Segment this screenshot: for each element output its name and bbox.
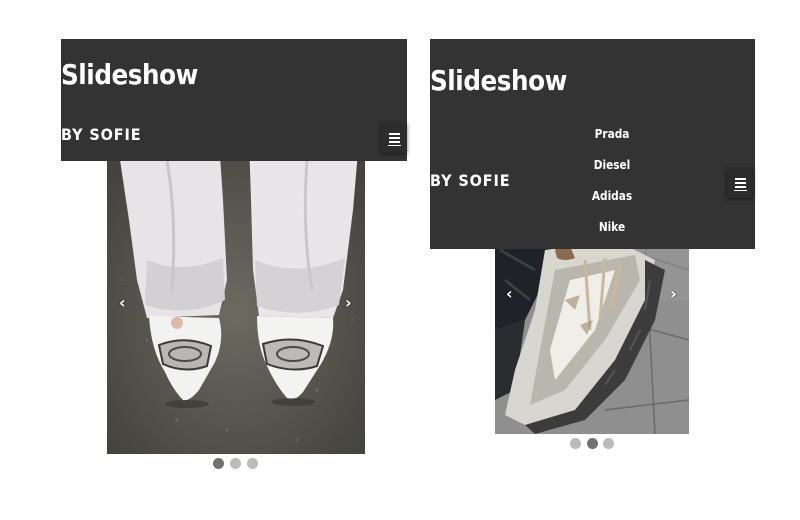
slide-dot-2[interactable] [587, 438, 598, 449]
slide-dot-1[interactable] [213, 458, 224, 469]
nav-item-prada[interactable]: Prada [595, 128, 630, 140]
hamburger-menu-icon [735, 178, 746, 180]
next-slide-arrow[interactable]: › [345, 295, 352, 311]
page-subtitle: BY SOFIE [61, 125, 142, 144]
hamburger-menu-button[interactable] [381, 123, 407, 153]
sneaker-photo [495, 240, 689, 434]
left-header: Slideshow BY SOFIE [61, 39, 407, 161]
nav-item-diesel[interactable]: Diesel [594, 159, 631, 171]
page-title: Slideshow [430, 64, 567, 97]
page-subtitle: BY SOFIE [430, 171, 511, 190]
left-slide-image [107, 140, 365, 454]
right-slide-image [495, 240, 689, 434]
shoes-photo [107, 140, 365, 454]
hamburger-menu-button[interactable] [727, 168, 753, 198]
prev-slide-arrow[interactable]: ‹ [119, 295, 126, 311]
nav-item-nike[interactable]: Nike [599, 221, 625, 233]
nav-item-adidas[interactable]: Adidas [592, 190, 632, 202]
slide-dot-1[interactable] [570, 438, 581, 449]
next-slide-arrow[interactable]: › [670, 286, 677, 302]
right-header: Slideshow BY SOFIE Prada Diesel Adidas N… [430, 39, 755, 249]
hamburger-menu-icon [389, 133, 400, 135]
page-title: Slideshow [61, 58, 198, 91]
prev-slide-arrow[interactable]: ‹ [506, 286, 513, 302]
slide-dot-3[interactable] [603, 438, 614, 449]
slide-dot-2[interactable] [230, 458, 241, 469]
slide-dot-3[interactable] [247, 458, 258, 469]
